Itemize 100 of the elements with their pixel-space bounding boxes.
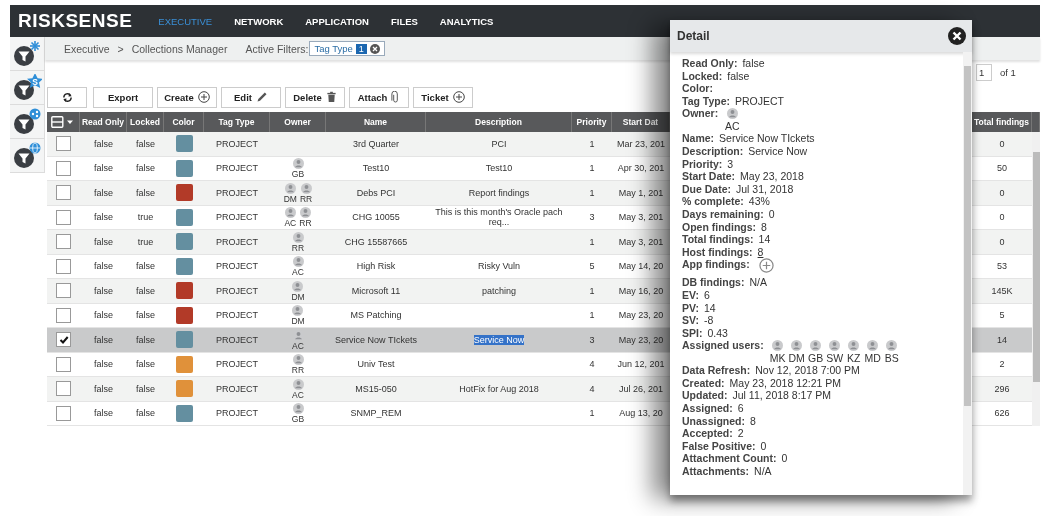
field-value: Nov 12, 2018 7:00 PM [755,364,860,377]
checkbox[interactable] [56,160,71,176]
table-cell: 4 [589,383,595,394]
close-icon[interactable] [369,43,380,54]
column-header[interactable]: Description [475,117,522,127]
column-header[interactable]: Total findings [973,117,1030,127]
user-initials: DM [283,194,297,203]
table-cell: May 3, 201 [618,212,664,223]
avatar-icon [829,340,841,352]
checkbox[interactable] [56,283,71,299]
field-label: Accepted: [682,427,733,440]
paperclip-icon [391,90,401,104]
user-initials: DM [291,317,305,326]
user-initials: MK [769,352,786,365]
toolbar-button[interactable]: Ticket [413,86,473,108]
table-cell: May 16, 20 [618,285,664,296]
filter-icon[interactable] [12,141,42,170]
column-header[interactable]: Locked [130,117,160,127]
scrollbar[interactable] [964,66,971,406]
table-cell: 4 [589,359,595,370]
user-initials: KZ [847,352,861,365]
table-cell: false [136,383,155,394]
table-cell: Test10 [362,163,390,174]
table-cell: false [94,261,113,272]
checkbox[interactable] [56,356,71,372]
table-cell: false [94,310,113,321]
table-cell: May 14, 20 [618,261,664,272]
field-label: Created: [682,376,725,390]
checkbox[interactable] [56,258,71,274]
avatar-icon [284,182,296,194]
column-header[interactable]: Read Only [81,117,124,127]
avatar-icon [292,378,304,390]
table-cell: 3 [589,334,595,345]
field-value: 3 [727,157,734,171]
avatar-icon [886,340,898,352]
filter-chip[interactable]: Tag Type 1 [309,41,385,56]
breadcrumb-link[interactable]: Executive [64,42,110,55]
filters-label: Active Filters: [245,42,309,55]
table-cell: PCI [491,138,507,149]
table-cell: PROJECT [216,163,258,174]
user-initials: GB [291,170,305,179]
avatar-icon [848,340,860,352]
checkbox[interactable] [56,185,71,201]
avatar-icon [292,280,304,292]
checkbox[interactable] [56,405,71,421]
nav-tab[interactable]: NETWORK [234,15,284,27]
table-cell: CHG 10055 [352,212,400,223]
table-cell: Jun 12, 201 [617,359,665,370]
field-value: 0 [781,452,788,466]
table-cell: PROJECT [216,359,258,370]
close-icon[interactable] [948,27,966,45]
field-label: DB findings: [682,276,745,289]
column-header[interactable]: Name [363,117,388,127]
refresh-button[interactable] [47,86,87,108]
filter-icon[interactable] [12,39,42,68]
breadcrumb-separator: > [117,42,124,55]
column-header[interactable]: Start Dat [622,117,659,127]
nav-tab[interactable]: FILES [390,15,418,27]
checkbox[interactable] [56,209,71,225]
field-value: 8 [750,414,756,428]
user-initials: AC [284,219,297,228]
table-cell: false [136,187,155,198]
table-cell: Aug 13, 20 [619,408,663,419]
toolbar-button[interactable]: Export [93,86,153,108]
checkbox[interactable] [56,332,71,348]
toolbar-button[interactable]: Delete [285,86,345,108]
field-label: Color: [682,82,713,95]
column-menu-icon[interactable] [51,116,75,128]
table-cell: PROJECT [216,285,258,296]
column-header[interactable]: Owner [284,117,311,127]
avatar-icon [791,340,803,352]
checkbox[interactable] [56,307,71,323]
checkbox[interactable] [56,381,71,397]
table-cell: 0 [999,236,1005,247]
table-cell: false [94,187,113,198]
table-cell: 53 [997,261,1007,272]
field-label: Assigned users: [682,339,764,352]
column-header[interactable]: Tag Type [218,117,255,127]
avatar-icon [299,207,311,218]
avatar-icon [292,231,304,243]
nav-tab[interactable]: ANALYTICS [439,15,494,27]
user-initials: RR [291,366,305,375]
nav-tab[interactable]: APPLICATION [305,15,369,27]
checkbox[interactable] [56,136,71,152]
logo[interactable]: RISKSENSE [18,10,133,32]
page-field[interactable]: 1 [976,64,992,81]
add-icon[interactable] [758,258,774,274]
filter-icon[interactable] [12,107,42,136]
column-header[interactable]: Color [172,117,195,127]
toolbar-button[interactable]: Attach [349,86,409,108]
avatar-icon [292,158,304,169]
toolbar-button[interactable]: Edit [221,86,281,108]
table-cell: MS Patching [350,310,402,321]
checkbox[interactable] [56,234,71,250]
nav-tab[interactable]: EXECUTIVE [158,15,213,27]
toolbar-button[interactable]: Create [157,86,217,108]
column-header[interactable]: Priority [576,117,607,127]
table-cell: false [94,212,113,223]
plus-icon [452,91,465,103]
table-cell: Mar 23, 201 [617,138,665,149]
